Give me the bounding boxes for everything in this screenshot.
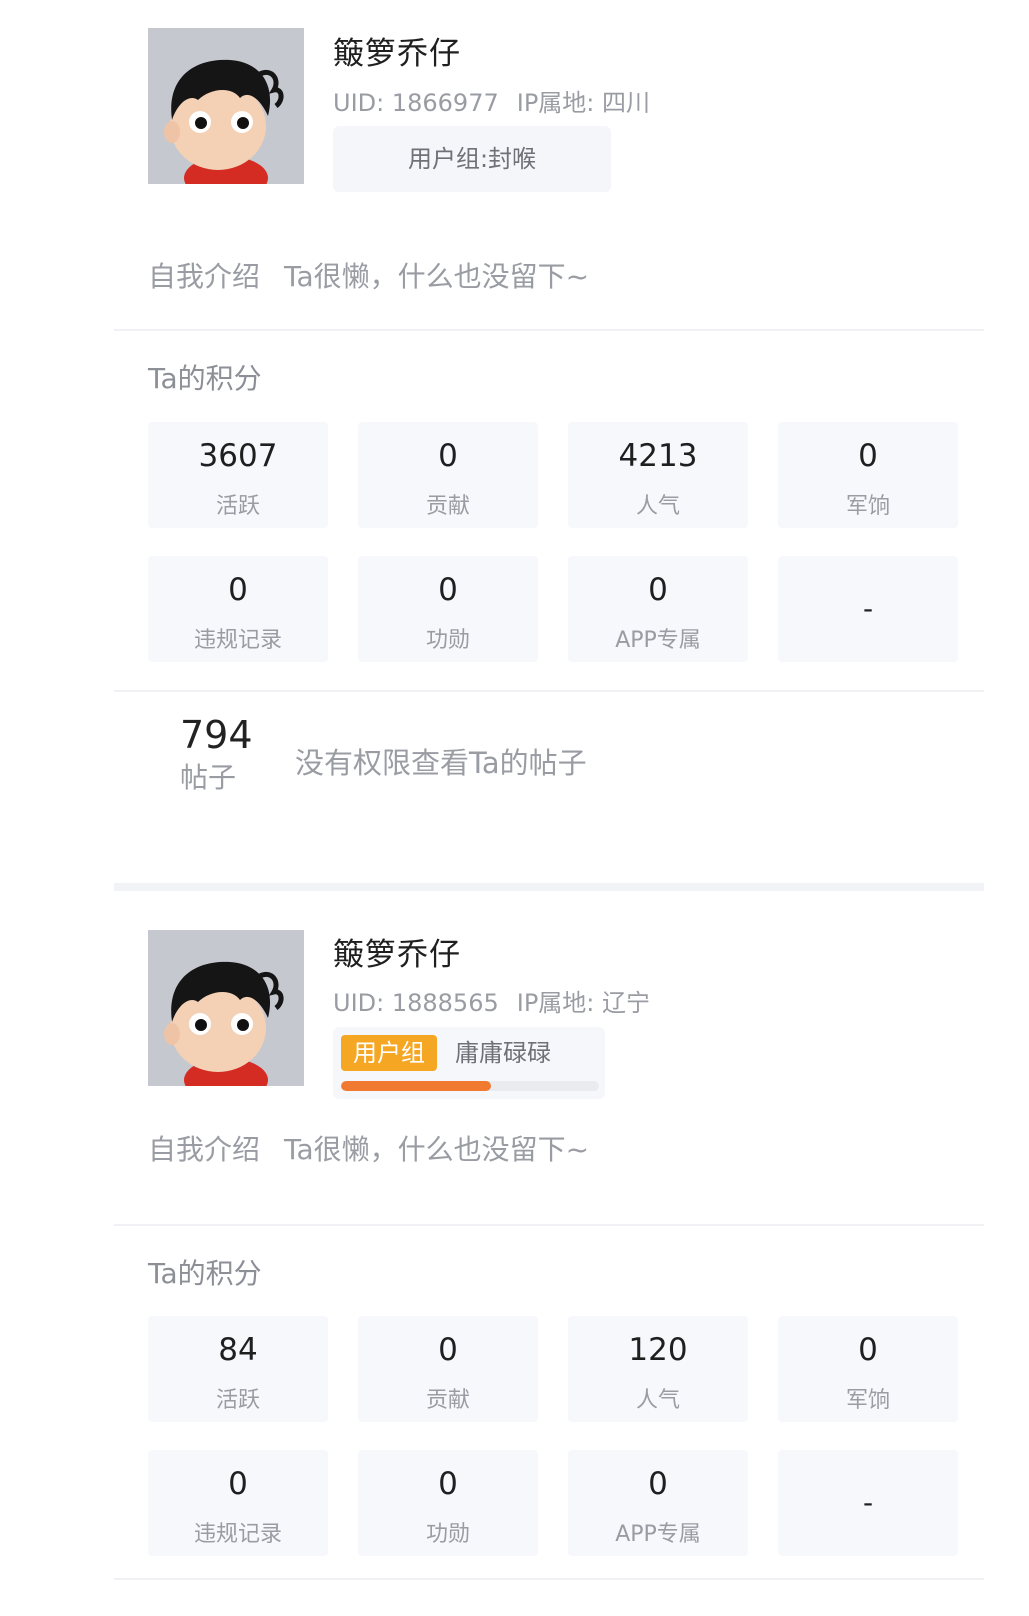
score-title: Ta的积分 — [148, 1257, 262, 1290]
stat-value: 0 — [858, 1332, 878, 1368]
username: 簸箩乔仔 — [333, 937, 461, 973]
score-title: Ta的积分 — [148, 362, 262, 395]
divider — [114, 329, 984, 331]
posts-summary[interactable]: 794 帖子 — [180, 712, 253, 798]
stat-violations[interactable]: 0 违规记录 — [148, 1450, 328, 1556]
stat-value: 0 — [228, 572, 248, 608]
stat-pay[interactable]: 0 军饷 — [778, 422, 958, 528]
stat-label: 功勋 — [425, 628, 470, 653]
stat-label: 贡献 — [425, 1388, 470, 1413]
profile-card: 簸箩乔仔 UID: 1866977 IP属地: 四川 用户组:封喉 自我介绍 Ta很… — [0, 0, 1029, 880]
score-grid: 3607 活跃 0 贡献 4213 人气 0 军饷 0 违规记录 0 功勋 0 … — [148, 422, 960, 662]
profile-card: 簸箩乔仔 UID: 1888565 IP属地: 辽宁 用户组 庸庸碌碌 自我介绍 T… — [0, 880, 1029, 1616]
posts-permission-message: 没有权限查看Ta的帖子 — [295, 746, 587, 780]
stat-active[interactable]: 3607 活跃 — [148, 422, 328, 528]
stat-label: 军饷 — [845, 494, 890, 519]
intro-text: Ta很懒，什么也没留下~ — [284, 260, 590, 293]
avatar-boy-icon — [148, 28, 304, 184]
group-progress — [341, 1081, 599, 1091]
avatar[interactable] — [148, 930, 304, 1086]
stat-merit[interactable]: 0 功勋 — [358, 556, 538, 662]
stat-dash: - — [862, 1486, 874, 1519]
stat-value: 0 — [438, 1466, 458, 1502]
stat-violations[interactable]: 0 违规记录 — [148, 556, 328, 662]
stat-value: 0 — [228, 1466, 248, 1502]
user-group-name: 庸庸碌碌 — [455, 1039, 551, 1067]
avatar-boy-icon — [148, 930, 304, 1086]
stat-label: APP专属 — [615, 628, 701, 653]
stat-contribution[interactable]: 0 贡献 — [358, 422, 538, 528]
stat-value: 0 — [438, 1332, 458, 1368]
stat-app-exclusive[interactable]: 0 APP专属 — [568, 556, 748, 662]
intro-text: Ta很懒，什么也没留下~ — [284, 1133, 590, 1166]
user-group: 用户组:封喉 — [333, 126, 611, 192]
intro-label: 自我介绍 — [148, 1133, 261, 1166]
stat-pay[interactable]: 0 军饷 — [778, 1316, 958, 1422]
divider — [114, 690, 984, 692]
user-meta: UID: 1866977 IP属地: 四川 — [333, 83, 650, 118]
stat-value: 3607 — [198, 438, 278, 474]
stat-popularity[interactable]: 120 人气 — [568, 1316, 748, 1422]
avatar[interactable] — [148, 28, 304, 184]
uid: UID: 1888565 — [333, 989, 499, 1017]
stat-label: 功勋 — [425, 1522, 470, 1547]
stat-label: 军饷 — [845, 1388, 890, 1413]
stat-value: 0 — [648, 1466, 668, 1502]
intro: 自我介绍 Ta很懒，什么也没留下~ — [148, 1128, 589, 1168]
stat-value: 120 — [628, 1332, 688, 1368]
ip-location: IP属地: 四川 — [516, 89, 650, 117]
divider — [114, 1224, 984, 1226]
stat-value: 4213 — [618, 438, 698, 474]
stat-value: 0 — [438, 572, 458, 608]
user-group-badge: 用户组 — [341, 1035, 437, 1071]
stat-value: 84 — [218, 1332, 258, 1368]
username: 簸箩乔仔 — [333, 36, 461, 72]
stat-label: 违规记录 — [193, 1522, 282, 1547]
intro-label: 自我介绍 — [148, 260, 261, 293]
posts-label: 帖子 — [180, 761, 237, 794]
profile-page: 簸箩乔仔 UID: 1866977 IP属地: 四川 用户组:封喉 自我介绍 Ta很… — [0, 0, 1029, 1616]
intro: 自我介绍 Ta很懒，什么也没留下~ — [148, 255, 589, 295]
score-grid: 84 活跃 0 贡献 120 人气 0 军饷 0 违规记录 0 功勋 0 APP… — [148, 1316, 960, 1556]
stat-merit[interactable]: 0 功勋 — [358, 1450, 538, 1556]
ip-location: IP属地: 辽宁 — [516, 989, 650, 1017]
user-meta: UID: 1888565 IP属地: 辽宁 — [333, 983, 650, 1018]
user-group: 用户组 庸庸碌碌 — [333, 1027, 605, 1099]
stat-value: 0 — [438, 438, 458, 474]
stat-active[interactable]: 84 活跃 — [148, 1316, 328, 1422]
stat-label: 违规记录 — [193, 628, 282, 653]
stat-value: 0 — [648, 572, 668, 608]
stat-label: APP专属 — [615, 1522, 701, 1547]
stat-app-exclusive[interactable]: 0 APP专属 — [568, 1450, 748, 1556]
stat-label: 人气 — [635, 494, 680, 519]
stat-empty: - — [778, 556, 958, 662]
stat-label: 活跃 — [215, 494, 260, 519]
stat-value: 0 — [858, 438, 878, 474]
stat-popularity[interactable]: 4213 人气 — [568, 422, 748, 528]
uid: UID: 1866977 — [333, 89, 499, 117]
stat-empty: - — [778, 1450, 958, 1556]
stat-label: 活跃 — [215, 1388, 260, 1413]
divider — [114, 1578, 984, 1580]
stat-label: 人气 — [635, 1388, 680, 1413]
posts-count: 794 — [180, 713, 253, 757]
stat-label: 贡献 — [425, 494, 470, 519]
group-progress-fill — [341, 1081, 491, 1091]
stat-contribution[interactable]: 0 贡献 — [358, 1316, 538, 1422]
stat-dash: - — [862, 592, 874, 625]
